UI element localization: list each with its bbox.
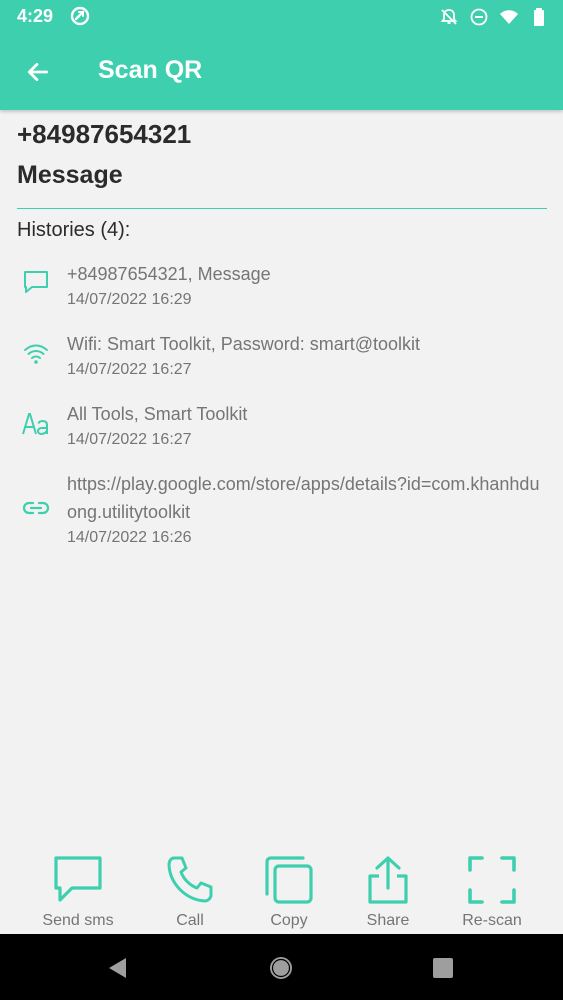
share-button[interactable]: Share [344, 848, 432, 934]
scan-result: +84987654321 Message Histories (4): [17, 110, 547, 243]
notifications-off-icon [440, 9, 458, 25]
battery-icon [534, 8, 544, 26]
status-bar: 4:29 [0, 0, 563, 34]
action-label: Copy [270, 912, 308, 929]
history-date: 14/07/2022 16:29 [67, 291, 192, 308]
nav-back-icon[interactable] [106, 956, 130, 980]
app-bar: Scan QR [0, 34, 563, 110]
system-nav-bar [0, 934, 563, 1000]
result-phone-number[interactable]: +84987654321 [17, 119, 547, 151]
history-date: 14/07/2022 16:27 [67, 361, 192, 378]
copy-button[interactable]: Copy [245, 848, 333, 934]
history-title: All Tools, Smart Toolkit [67, 404, 248, 424]
bottom-action-bar: Send sms Call Copy Share Re-scan [0, 848, 563, 934]
action-label: Call [176, 912, 204, 929]
sms-icon [54, 856, 102, 902]
arrow-left-icon [27, 63, 49, 81]
send-sms-button[interactable]: Send sms [34, 848, 122, 934]
history-title: https://play.google.com/store/apps/detai… [67, 474, 540, 522]
nav-home-icon[interactable] [268, 955, 294, 981]
sync-icon [70, 6, 90, 26]
action-label: Send sms [42, 912, 114, 929]
wifi-icon [500, 10, 518, 24]
history-title: Wifi: Smart Toolkit, Password: smart@too… [67, 334, 421, 354]
text-aa-icon [22, 413, 48, 436]
history-date: 14/07/2022 16:27 [67, 431, 192, 448]
action-label: Re-scan [462, 912, 522, 929]
scan-icon [468, 856, 516, 904]
result-message[interactable]: Message [17, 161, 547, 191]
link-icon [22, 501, 50, 515]
status-icons [439, 7, 549, 27]
history-date: 14/07/2022 16:26 [67, 529, 192, 546]
nav-recents-icon[interactable] [432, 957, 454, 979]
rescan-button[interactable]: Re-scan [448, 848, 536, 934]
phone-icon [167, 856, 213, 903]
message-icon [24, 271, 48, 293]
action-label: Share [366, 912, 410, 929]
do-not-disturb-icon [470, 8, 488, 26]
copy-icon [265, 856, 313, 904]
divider [17, 208, 547, 209]
share-icon [368, 856, 408, 904]
wifi-icon [24, 344, 48, 364]
history-title: +84987654321, Message [67, 264, 271, 284]
page-title: Scan QR [98, 56, 203, 84]
back-button[interactable] [18, 52, 58, 92]
histories-heading: Histories (4): [17, 219, 131, 241]
call-button[interactable]: Call [146, 848, 234, 934]
status-time: 4:29 [17, 6, 54, 26]
